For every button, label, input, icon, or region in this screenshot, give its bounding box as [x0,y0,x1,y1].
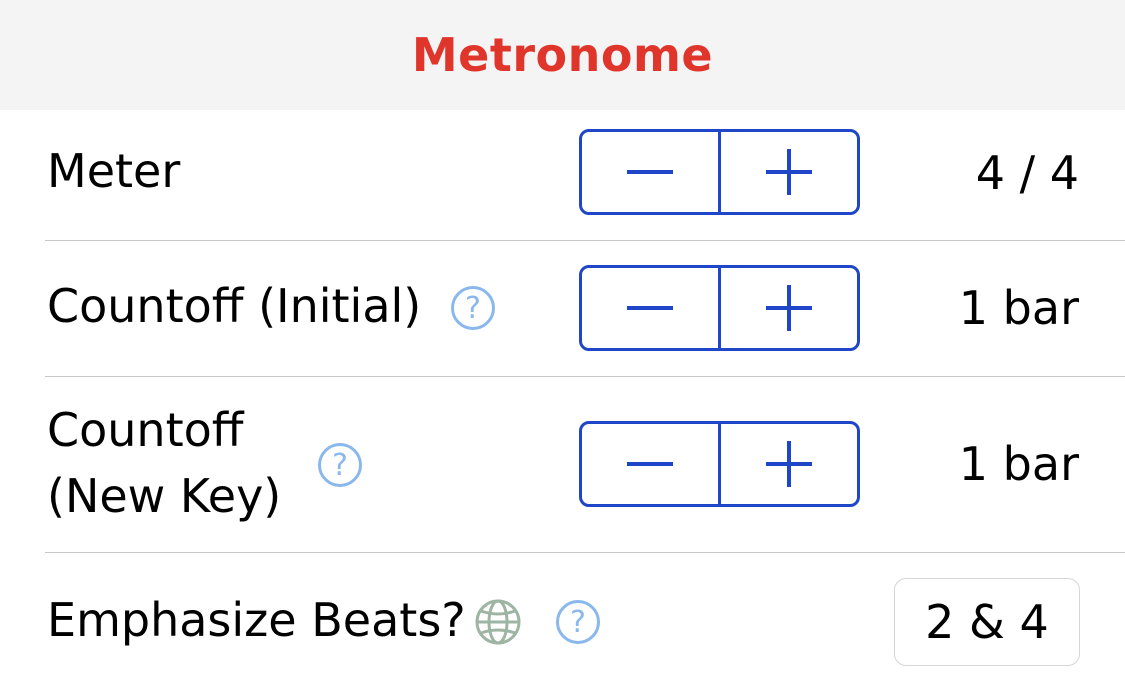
meter-row: Meter 4 / 4 [0,110,1125,241]
help-circle-icon[interactable]: ? [451,286,495,330]
countoff-initial-stepper [579,265,860,351]
emphasize-beats-label: Emphasize Beats? [47,593,466,647]
emphasize-beats-select[interactable]: 2 & 4 [894,578,1080,666]
countoff-new-key-increment-button[interactable] [721,424,857,504]
countoff-new-key-label-line1: Countoff [47,403,244,457]
help-circle-icon[interactable]: ? [318,443,362,487]
meter-label: Meter [47,144,181,198]
page-title: Metronome [411,28,714,82]
plus-icon [766,441,812,487]
minus-icon [627,462,673,466]
plus-icon [766,149,812,195]
countoff-new-key-label-line2: (New Key) [47,469,282,523]
emphasize-beats-value: 2 & 4 [925,595,1049,649]
meter-value: 4 / 4 [975,146,1079,200]
countoff-initial-row: Countoff (Initial) ? 1 bar [0,241,1125,377]
meter-stepper [579,129,860,215]
minus-icon [627,170,673,174]
countoff-initial-increment-button[interactable] [721,268,857,348]
globe-icon [475,599,521,645]
countoff-initial-label: Countoff (Initial) [47,279,422,333]
countoff-initial-decrement-button[interactable] [582,268,721,348]
minus-icon [627,306,673,310]
meter-increment-button[interactable] [721,132,857,212]
countoff-new-key-stepper [579,421,860,507]
meter-decrement-button[interactable] [582,132,721,212]
countoff-new-key-value: 1 bar [958,437,1079,491]
countoff-new-key-row: Countoff (New Key) ? 1 bar [0,377,1125,552]
countoff-new-key-decrement-button[interactable] [582,424,721,504]
help-circle-icon[interactable]: ? [556,600,600,644]
countoff-initial-value: 1 bar [958,281,1079,335]
nav-header: Metronome [0,0,1125,110]
plus-icon [766,285,812,331]
